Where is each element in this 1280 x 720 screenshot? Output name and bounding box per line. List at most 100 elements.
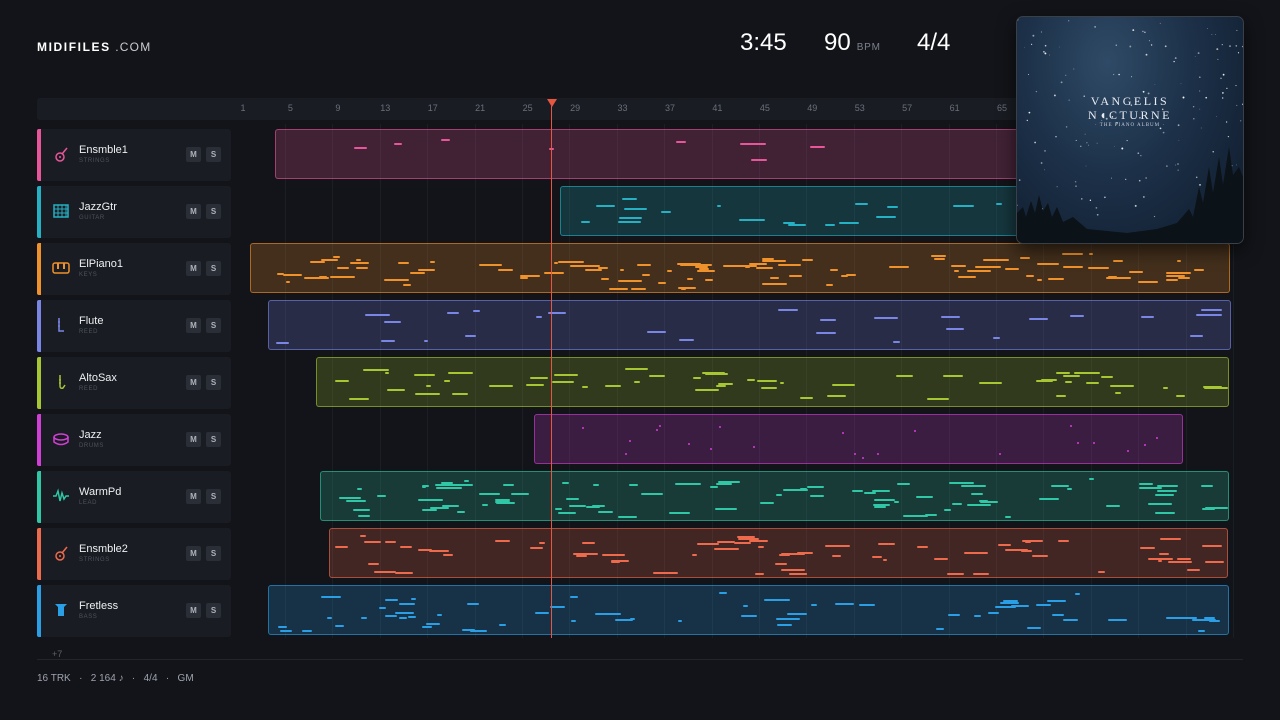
- ruler-tick-label: 37: [664, 103, 675, 113]
- midi-note: [581, 426, 584, 429]
- midi-note: [668, 512, 691, 515]
- ruler-tick-label: 21: [475, 103, 486, 113]
- midi-note: [348, 397, 370, 400]
- solo-button[interactable]: S: [206, 204, 221, 219]
- midi-note: [1066, 488, 1072, 491]
- midi-note: [520, 276, 528, 279]
- mute-button[interactable]: M: [186, 204, 201, 219]
- midi-note: [1205, 561, 1224, 564]
- solo-button[interactable]: S: [206, 489, 221, 504]
- midi-note: [715, 384, 726, 387]
- track-header-elpiano1[interactable]: ElPiano1 KEYS M S: [37, 243, 231, 295]
- midi-note: [692, 554, 697, 557]
- track-name: Flute: [79, 315, 104, 327]
- playhead[interactable]: [551, 106, 553, 638]
- solo-button[interactable]: S: [206, 147, 221, 162]
- track-header-fretless[interactable]: Fretless BASS M S: [37, 585, 231, 637]
- midi-note: [456, 510, 465, 513]
- site-logo[interactable]: MIDIFILES .COM: [37, 40, 151, 54]
- midi-note: [975, 266, 995, 269]
- midi-note: [709, 486, 718, 489]
- midi-note: [1141, 315, 1155, 318]
- midi-clip-altosax[interactable]: [316, 357, 1229, 407]
- album-title: N◖CTURNE: [1088, 108, 1172, 122]
- track-name: Ensmble1: [79, 144, 128, 156]
- midi-note: [941, 315, 961, 318]
- midi-note: [809, 146, 826, 149]
- track-header-warmpd[interactable]: WarmPd LEAD M S: [37, 471, 231, 523]
- midi-note: [279, 630, 293, 632]
- mute-button[interactable]: M: [186, 318, 201, 333]
- solo-button[interactable]: S: [206, 261, 221, 276]
- mute-button[interactable]: M: [186, 261, 201, 276]
- ruler-tick-label: 1: [240, 103, 246, 113]
- midi-note: [924, 513, 937, 516]
- tempo-display: 90 BPM: [824, 29, 881, 57]
- mute-button[interactable]: M: [186, 375, 201, 390]
- midi-clip-ensmble2[interactable]: [329, 528, 1228, 578]
- midi-clip-warmpd[interactable]: [320, 471, 1229, 521]
- midi-clip-elpiano1[interactable]: [250, 243, 1230, 293]
- midi-note: [776, 493, 782, 496]
- mute-button[interactable]: M: [186, 546, 201, 561]
- midi-note: [302, 630, 313, 632]
- mute-button[interactable]: M: [186, 432, 201, 447]
- midi-note: [1050, 484, 1070, 487]
- mute-button[interactable]: M: [186, 147, 201, 162]
- midi-note: [334, 624, 345, 627]
- midi-note: [495, 498, 511, 501]
- midi-note: [1075, 593, 1081, 596]
- midi-note: [526, 384, 544, 387]
- midi-note: [1198, 630, 1206, 632]
- midi-note: [944, 508, 951, 511]
- midi-note: [696, 542, 720, 545]
- playhead-marker[interactable]: [546, 99, 557, 107]
- midi-clip-flute[interactable]: [268, 300, 1231, 350]
- fretboard-icon: [52, 202, 70, 220]
- track-header-jazz[interactable]: Jazz DRUMS M S: [37, 414, 231, 466]
- midi-clip-jazz[interactable]: [534, 414, 1183, 464]
- footer-separator: ·: [79, 673, 83, 684]
- midi-note: [1087, 267, 1110, 270]
- guitar-icon: [52, 145, 70, 163]
- midi-note: [586, 265, 601, 268]
- solo-button[interactable]: S: [206, 546, 221, 561]
- midi-note: [1186, 569, 1200, 572]
- midi-note: [601, 554, 626, 557]
- midi-note: [633, 380, 640, 383]
- album-artist: VANGELIS: [1090, 94, 1170, 108]
- midi-note: [1005, 267, 1019, 270]
- midi-note: [1057, 539, 1069, 542]
- midi-note: [1101, 376, 1113, 379]
- midi-note: [530, 546, 543, 549]
- solo-button[interactable]: S: [206, 603, 221, 618]
- midi-clip-fretless[interactable]: [268, 585, 1229, 635]
- midi-note: [887, 205, 898, 208]
- track-header-jazzgtr[interactable]: JazzGtr GUITAR M S: [37, 186, 231, 238]
- midi-note: [378, 607, 386, 610]
- track-header-flute[interactable]: Flute REED M S: [37, 300, 231, 352]
- midi-note: [430, 260, 435, 263]
- midi-note: [871, 489, 891, 492]
- midi-note: [435, 487, 462, 490]
- solo-button[interactable]: S: [206, 432, 221, 447]
- track-header-ensmble1[interactable]: Ensmble1 STRINGS M S: [37, 129, 231, 181]
- more-tracks-indicator[interactable]: +7: [52, 649, 62, 659]
- solo-button[interactable]: S: [206, 375, 221, 390]
- midi-note: [359, 535, 366, 538]
- mute-button[interactable]: M: [186, 603, 201, 618]
- midi-note: [874, 499, 896, 501]
- midi-note: [1167, 561, 1192, 564]
- midi-note: [733, 542, 752, 545]
- midi-note: [741, 218, 766, 221]
- midi-note: [678, 338, 694, 341]
- midi-note: [995, 202, 1002, 205]
- midi-note: [640, 492, 663, 495]
- track-header-altosax[interactable]: AltoSax REED M S: [37, 357, 231, 409]
- waveform-icon: [52, 487, 70, 505]
- solo-button[interactable]: S: [206, 318, 221, 333]
- track-header-ensmble2[interactable]: Ensmble2 STRINGS M S: [37, 528, 231, 580]
- mute-button[interactable]: M: [186, 489, 201, 504]
- midi-note: [434, 484, 452, 487]
- midi-note: [1036, 278, 1043, 281]
